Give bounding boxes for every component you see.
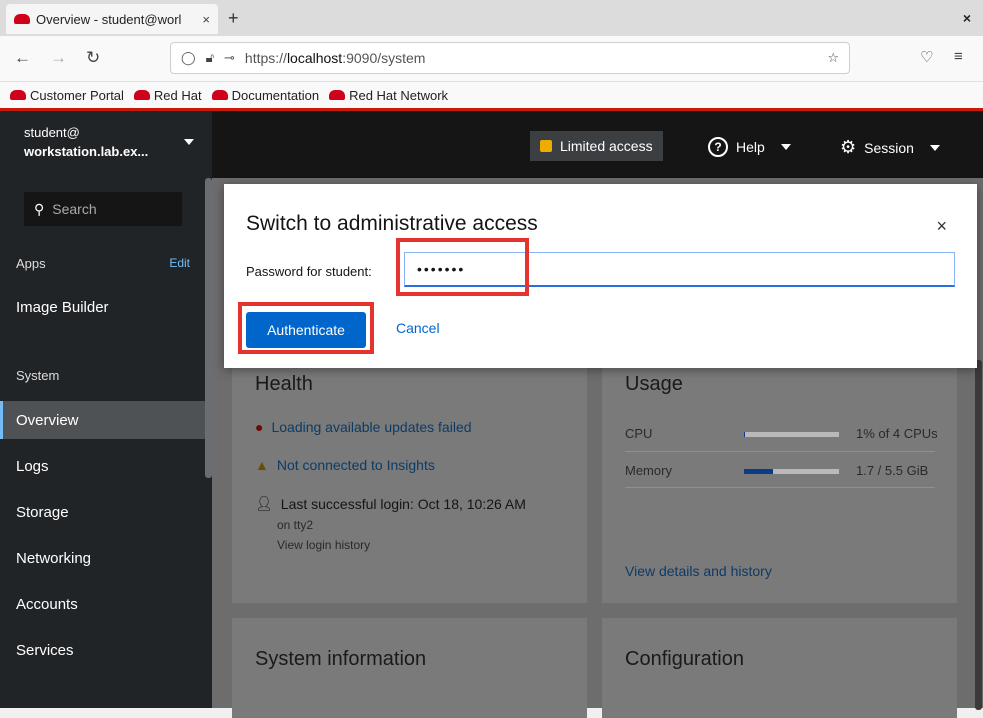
error-circle-icon: ● xyxy=(255,419,264,435)
divider xyxy=(625,451,935,452)
question-circle-icon: ? xyxy=(708,137,728,157)
sidebar-item-accounts[interactable]: Accounts xyxy=(0,585,205,623)
configuration-card: Configuration xyxy=(602,618,957,718)
health-card: Health ● Loading available updates faile… xyxy=(232,363,587,603)
limited-access-button[interactable]: Limited access xyxy=(530,131,663,161)
reload-icon[interactable]: ↻ xyxy=(86,48,100,68)
host-user: student@ xyxy=(24,125,80,140)
health-title: Health xyxy=(255,373,313,395)
lock-icon xyxy=(540,140,552,152)
bookmark-red-hat[interactable]: Red Hat xyxy=(133,88,202,103)
warning-triangle-icon: ▲ xyxy=(255,457,269,473)
apps-header: Apps xyxy=(16,256,46,271)
cpu-bar-fill xyxy=(744,432,745,437)
login-tty: on tty2 xyxy=(277,518,314,532)
lock-warning-icon[interactable]: 🔓︎ xyxy=(206,50,214,66)
gear-icon: ⚙ xyxy=(840,137,857,157)
session-menu[interactable]: ⚙ Session xyxy=(840,137,940,158)
sidebar-item-networking[interactable]: Networking xyxy=(0,539,205,577)
url-text: https://localhost:9090/system xyxy=(244,50,426,66)
forward-arrow-icon[interactable]: → xyxy=(50,48,67,68)
divider xyxy=(625,487,935,488)
system-information-card: System information xyxy=(232,618,587,718)
usage-title: Usage xyxy=(625,373,683,395)
redhat-icon xyxy=(329,90,346,100)
menu-icon[interactable]: ≡ xyxy=(954,48,963,65)
sidebar-item-image-builder[interactable]: Image Builder xyxy=(0,288,205,326)
redhat-icon xyxy=(10,90,26,100)
configuration-title: Configuration xyxy=(625,648,744,670)
bookmark-red-hat-network[interactable]: Red Hat Network xyxy=(329,88,448,103)
shield-icon: ◯ xyxy=(181,50,196,65)
window-close-button[interactable]: × xyxy=(963,10,971,26)
caret-down-icon xyxy=(184,139,194,145)
bookmark-documentation[interactable]: Documentation xyxy=(211,88,319,103)
cancel-button[interactable]: Cancel xyxy=(396,320,440,336)
view-details-link[interactable]: View details and history xyxy=(625,563,772,579)
search-icon: ⚲ xyxy=(34,200,45,217)
bookmarks-bar: Customer Portal Red Hat Documentation Re… xyxy=(0,82,983,108)
browser-navbar: ← → ↻ ◯ 🔓︎ ⊸ https://localhost:9090/syst… xyxy=(0,36,983,82)
edit-apps-link[interactable]: Edit xyxy=(169,256,190,270)
bookmark-customer-portal[interactable]: Customer Portal xyxy=(10,88,124,103)
redhat-favicon-icon xyxy=(14,14,30,24)
main-scrollbar[interactable] xyxy=(975,360,982,710)
new-tab-button[interactable]: + xyxy=(228,8,239,29)
sidebar-item-logs[interactable]: Logs xyxy=(0,447,205,485)
url-bar[interactable]: ◯ 🔓︎ ⊸ https://localhost:9090/system ☆ xyxy=(170,42,850,74)
cpu-value: 1% of 4 CPUs xyxy=(856,426,938,441)
password-label: Password for student: xyxy=(246,264,372,279)
back-arrow-icon[interactable]: ← xyxy=(14,48,31,68)
memory-value: 1.7 / 5.5 GiB xyxy=(856,463,929,478)
tab-title: Overview - student@worl xyxy=(36,11,182,27)
last-login-row: 👤︎ Last successful login: Oct 18, 10:26 … xyxy=(255,495,526,512)
pocket-icon[interactable]: ♡ xyxy=(920,48,933,66)
redhat-icon xyxy=(211,90,228,100)
user-icon: 👤︎ xyxy=(255,495,273,511)
memory-label: Memory xyxy=(625,463,672,478)
usage-card: Usage CPU 1% of 4 CPUs Memory 1.7 / 5.5 … xyxy=(602,363,957,603)
cockpit-topbar: student@ workstation.lab.ex... Limited a… xyxy=(0,108,983,178)
bookmark-star-icon[interactable]: ☆ xyxy=(827,50,839,66)
view-login-history-link[interactable]: View login history xyxy=(277,538,370,552)
cpu-label: CPU xyxy=(625,426,653,441)
host-switcher[interactable]: student@ workstation.lab.ex... xyxy=(0,111,212,178)
dialog-title: Switch to administrative access xyxy=(246,212,538,235)
memory-bar-fill xyxy=(744,469,774,474)
browser-tab[interactable]: Overview - student@worl × xyxy=(6,4,218,34)
redhat-icon xyxy=(133,90,150,100)
caret-down-icon xyxy=(929,144,940,151)
host-name: workstation.lab.ex... xyxy=(24,144,149,159)
insights-row[interactable]: ▲ Not connected to Insights xyxy=(255,457,435,473)
sidebar: ⚲ Search Apps Edit Image Builder System … xyxy=(0,178,212,708)
browser-tab-bar: Overview - student@worl × + × xyxy=(0,0,983,36)
tab-close-icon[interactable]: × xyxy=(202,12,210,27)
system-header: System xyxy=(16,368,60,383)
sidebar-scrollbar[interactable] xyxy=(205,178,212,478)
cpu-bar xyxy=(744,432,839,437)
authenticate-highlight-box xyxy=(238,302,374,354)
system-information-title: System information xyxy=(255,648,427,670)
sidebar-item-storage[interactable]: Storage xyxy=(0,493,205,531)
sidebar-item-services[interactable]: Services xyxy=(0,631,205,669)
close-icon[interactable]: × xyxy=(936,216,947,237)
search-input[interactable]: ⚲ Search xyxy=(24,192,182,226)
updates-failed-row[interactable]: ● Loading available updates failed xyxy=(255,419,472,435)
help-menu[interactable]: ? Help xyxy=(708,137,791,157)
caret-down-icon xyxy=(780,144,791,150)
sidebar-item-overview[interactable]: Overview xyxy=(0,401,205,439)
password-highlight-box xyxy=(396,238,529,296)
memory-bar xyxy=(744,469,839,474)
permissions-icon[interactable]: ⊸ xyxy=(224,50,235,66)
